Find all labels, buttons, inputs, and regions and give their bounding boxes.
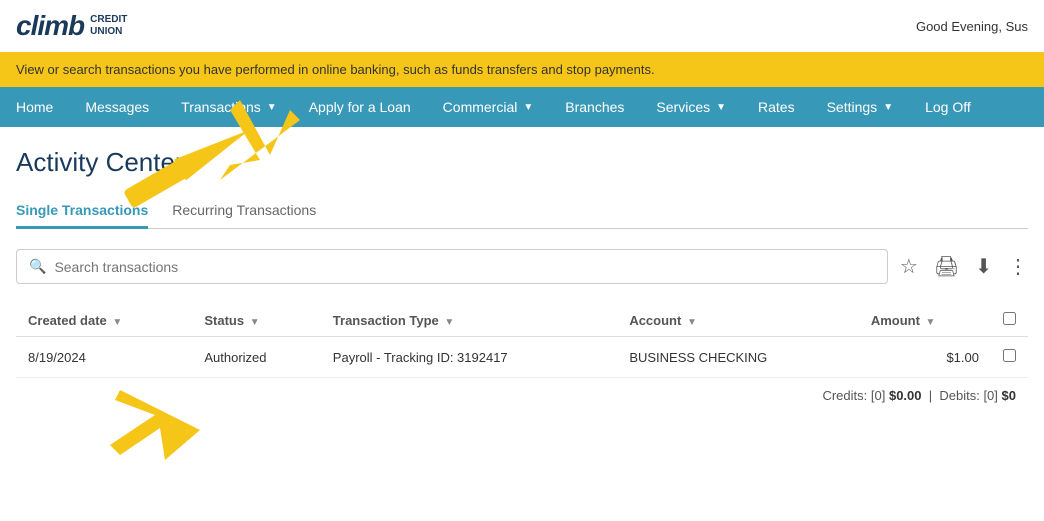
star-icon[interactable]: ☆ bbox=[900, 254, 918, 279]
transactions-caret: ▼ bbox=[267, 102, 277, 113]
cell-account: BUSINESS CHECKING bbox=[617, 337, 859, 378]
search-icon: 🔍 bbox=[29, 258, 46, 275]
debits-value: $0 bbox=[1002, 388, 1016, 403]
logo-sub: CREDITUNION bbox=[90, 14, 127, 38]
nav-services[interactable]: Services ▼ bbox=[640, 87, 742, 127]
nav-logoff[interactable]: Log Off bbox=[909, 87, 987, 127]
page-title: Activity Center bbox=[16, 147, 1028, 178]
tab-recurring-transactions[interactable]: Recurring Transactions bbox=[172, 194, 316, 229]
tabs: Single Transactions Recurring Transactio… bbox=[16, 194, 1028, 229]
page-content: Activity Center Single Transactions Recu… bbox=[0, 127, 1044, 433]
row-checkbox[interactable] bbox=[1003, 349, 1016, 362]
cell-transaction-type: Payroll - Tracking ID: 3192417 bbox=[321, 337, 618, 378]
data-table: Created date ▼ Status ▼ Transaction Type… bbox=[16, 304, 1028, 378]
greeting-text: Good Evening, Sus bbox=[916, 19, 1028, 34]
col-status[interactable]: Status ▼ bbox=[192, 304, 320, 337]
col-amount[interactable]: Amount ▼ bbox=[859, 304, 991, 337]
nav-rates[interactable]: Rates bbox=[742, 87, 811, 127]
settings-caret: ▼ bbox=[883, 102, 893, 113]
cell-created-date: 8/19/2024 bbox=[16, 337, 192, 378]
credits-label: Credits: bbox=[822, 388, 867, 403]
nav-transactions[interactable]: Transactions ▼ bbox=[165, 87, 293, 127]
search-input-wrap: 🔍 bbox=[16, 249, 888, 284]
nav-home[interactable]: Home bbox=[0, 87, 69, 127]
table-header-row: Created date ▼ Status ▼ Transaction Type… bbox=[16, 304, 1028, 337]
cell-status: Authorized bbox=[192, 337, 320, 378]
cell-checkbox[interactable] bbox=[991, 337, 1028, 378]
debits-label: Debits: bbox=[939, 388, 979, 403]
col-transaction-type[interactable]: Transaction Type ▼ bbox=[321, 304, 618, 337]
tab-single-transactions[interactable]: Single Transactions bbox=[16, 194, 148, 229]
logo: climb CREDITUNION bbox=[16, 10, 127, 42]
nav-branches[interactable]: Branches bbox=[549, 87, 640, 127]
more-icon[interactable]: ⋮ bbox=[1008, 254, 1028, 279]
sort-transaction-type-icon: ▼ bbox=[444, 317, 454, 328]
logo-text: climb bbox=[16, 10, 84, 42]
sort-amount-icon: ▼ bbox=[926, 317, 936, 328]
nav-messages[interactable]: Messages bbox=[69, 87, 165, 127]
nav-apply-loan[interactable]: Apply for a Loan bbox=[293, 87, 427, 127]
col-select-all[interactable] bbox=[991, 304, 1028, 337]
top-header: climb CREDITUNION Good Evening, Sus bbox=[0, 0, 1044, 52]
print-icon[interactable]: 🖨 bbox=[934, 254, 959, 279]
alert-banner: View or search transactions you have per… bbox=[0, 52, 1044, 87]
search-actions: ☆ 🖨 ⬇ ⋮ bbox=[900, 254, 1028, 279]
sort-created-date-icon: ▼ bbox=[112, 317, 122, 328]
col-created-date[interactable]: Created date ▼ bbox=[16, 304, 192, 337]
download-icon[interactable]: ⬇ bbox=[975, 254, 992, 279]
select-all-checkbox[interactable] bbox=[1003, 312, 1016, 325]
credits-count: [0] bbox=[871, 388, 885, 403]
cell-amount: $1.00 bbox=[859, 337, 991, 378]
debits-count: [0] bbox=[983, 388, 997, 403]
table-row: 8/19/2024 Authorized Payroll - Tracking … bbox=[16, 337, 1028, 378]
search-row: 🔍 ☆ 🖨 ⬇ ⋮ bbox=[16, 249, 1028, 284]
alert-message: View or search transactions you have per… bbox=[16, 62, 655, 77]
table-footer: Credits: [0] $0.00 | Debits: [0] $0 bbox=[16, 378, 1028, 413]
services-caret: ▼ bbox=[716, 102, 726, 113]
search-input[interactable] bbox=[54, 259, 874, 275]
sort-account-icon: ▼ bbox=[687, 317, 697, 328]
commercial-caret: ▼ bbox=[523, 102, 533, 113]
sort-status-icon: ▼ bbox=[250, 317, 260, 328]
credits-value: $0.00 bbox=[889, 388, 922, 403]
nav-bar: Home Messages Transactions ▼ Apply for a… bbox=[0, 87, 1044, 127]
nav-commercial[interactable]: Commercial ▼ bbox=[427, 87, 550, 127]
nav-settings[interactable]: Settings ▼ bbox=[811, 87, 910, 127]
col-account[interactable]: Account ▼ bbox=[617, 304, 859, 337]
